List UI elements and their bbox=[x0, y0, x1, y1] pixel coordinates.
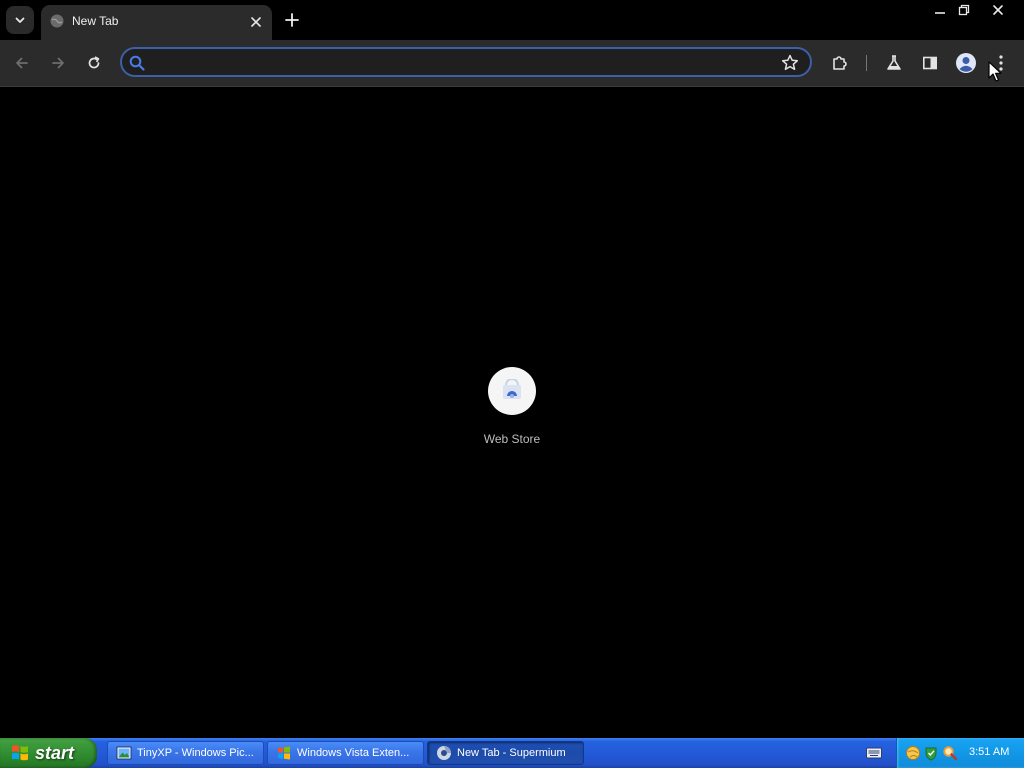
toolbar-divider bbox=[866, 55, 867, 71]
browser-toolbar bbox=[0, 40, 1024, 87]
labs-button[interactable] bbox=[881, 50, 907, 76]
supermium-icon bbox=[437, 746, 451, 760]
tab-search-button[interactable] bbox=[6, 6, 34, 34]
minimize-icon bbox=[935, 12, 945, 14]
picture-viewer-icon bbox=[116, 746, 132, 760]
shortcut-tile[interactable] bbox=[488, 367, 536, 415]
chevron-down-icon bbox=[15, 17, 25, 23]
restore-button[interactable] bbox=[948, 0, 980, 20]
puzzle-icon bbox=[833, 56, 847, 70]
tab-close-button[interactable] bbox=[246, 12, 266, 32]
taskbar: start TinyXP - Windows Pic... Windows Vi… bbox=[0, 738, 1024, 768]
forward-button[interactable] bbox=[45, 50, 71, 76]
arrow-right-icon bbox=[52, 57, 64, 69]
close-window-button[interactable] bbox=[982, 0, 1014, 20]
network-globe-icon[interactable] bbox=[905, 745, 921, 761]
address-bar[interactable] bbox=[120, 47, 812, 77]
clock[interactable]: 3:51 AM bbox=[969, 746, 1009, 758]
shortcut-label: Web Store bbox=[483, 432, 541, 446]
mouse-cursor-icon bbox=[988, 61, 1002, 82]
taskbar-button-label: TinyXP - Windows Pic... bbox=[137, 747, 254, 759]
security-shield-icon[interactable] bbox=[923, 745, 939, 761]
start-button[interactable]: start bbox=[0, 738, 97, 768]
extensions-button[interactable] bbox=[827, 50, 853, 76]
keyboard-icon[interactable] bbox=[866, 747, 882, 759]
plus-icon bbox=[285, 13, 299, 27]
taskbar-button-vista-extender[interactable]: Windows Vista Exten... bbox=[267, 741, 424, 765]
start-label: start bbox=[35, 742, 75, 763]
tab-strip: New Tab bbox=[0, 0, 1024, 40]
arrow-left-icon bbox=[16, 57, 28, 69]
close-icon bbox=[251, 17, 261, 27]
tab-title: New Tab bbox=[72, 14, 119, 28]
search-icon[interactable] bbox=[942, 745, 958, 761]
search-icon bbox=[129, 55, 145, 71]
back-button[interactable] bbox=[9, 50, 35, 76]
taskbar-button-picture-viewer[interactable]: TinyXP - Windows Pic... bbox=[107, 741, 264, 765]
side-panel-button[interactable] bbox=[917, 50, 943, 76]
close-icon bbox=[993, 5, 1003, 15]
windows-logo-icon bbox=[12, 745, 28, 761]
side-panel-icon bbox=[922, 56, 937, 70]
taskbar-button-label: Windows Vista Exten... bbox=[297, 747, 410, 759]
tab-new-tab[interactable]: New Tab bbox=[41, 5, 272, 40]
taskbar-button-label: New Tab - Supermium bbox=[457, 747, 566, 759]
globe-icon bbox=[50, 14, 64, 28]
address-input[interactable] bbox=[152, 53, 776, 73]
reload-button[interactable] bbox=[81, 50, 107, 76]
vista-extender-icon bbox=[278, 746, 290, 760]
new-tab-page: Web Store bbox=[0, 87, 1024, 738]
profile-button[interactable] bbox=[953, 50, 979, 76]
restore-icon bbox=[958, 4, 970, 16]
flask-icon bbox=[887, 55, 901, 70]
bookmark-star-icon[interactable] bbox=[780, 53, 800, 73]
taskbar-button-supermium[interactable]: New Tab - Supermium bbox=[427, 741, 584, 765]
web-store-icon bbox=[503, 379, 521, 399]
account-avatar-icon bbox=[956, 53, 976, 73]
new-tab-button[interactable] bbox=[280, 8, 304, 32]
shortcut-web-store[interactable]: Web Store bbox=[472, 367, 552, 453]
reload-icon bbox=[88, 56, 100, 69]
system-tray: 3:51 AM bbox=[896, 738, 1024, 768]
